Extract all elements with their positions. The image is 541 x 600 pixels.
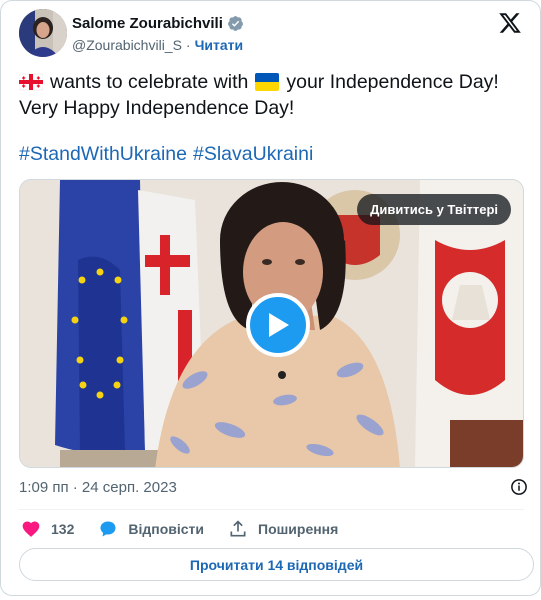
reply-label: Відповісти [128,521,204,537]
info-icon[interactable] [510,478,528,496]
handle-row: @Zourabichvili_S · Читати [72,37,243,53]
verified-badge-icon [227,16,243,31]
ukraine-flag-icon [255,73,280,91]
tweet-timestamp[interactable]: 1:09 пп · 24 серп. 2023 [19,479,177,496]
read-replies-button[interactable]: Прочитати 14 відповідей [19,548,534,581]
author-name-row: Salome Zourabichvili [72,15,244,32]
x-logo-icon[interactable] [498,11,522,35]
reply-button[interactable]: Відповісти [98,519,204,539]
author-name[interactable]: Salome Zourabichvili [72,15,223,32]
follow-link[interactable]: Читати [195,37,244,53]
tweet-text-part-a: wants to celebrate with [50,71,249,93]
tweet-embed-card: Salome Zourabichvili @Zourabichvili_S · … [0,0,541,596]
handle-separator: · [185,37,191,53]
action-bar: 132 Відповісти Поширення [21,518,362,540]
tweet-text-part-b: your Independence Day! [286,71,499,93]
share-label: Поширення [258,521,339,537]
play-icon [269,313,289,337]
georgia-flag-icon [19,73,43,91]
tweet-line-2: Very Happy Independence Day! [19,97,295,119]
hashtag-link[interactable]: #StandWithUkraine [19,143,187,166]
author-handle[interactable]: @Zourabichvili_S [72,37,182,53]
heart-icon [22,521,40,537]
play-button[interactable] [246,293,310,357]
hashtag-link[interactable]: #SlavaUkraini [193,143,313,166]
tweet-text: wants to celebrate with your Independenc… [19,69,529,121]
watch-on-twitter-button[interactable]: Дивитись у Твіттері [357,194,511,225]
divider [19,509,524,510]
hashtags: #StandWithUkraine #SlavaUkraini [19,143,313,166]
tweet-line-1: wants to celebrate with your Independenc… [19,69,529,95]
share-icon [230,520,246,537]
like-button[interactable]: 132 [21,519,74,539]
video-thumbnail[interactable]: Дивитись у Твіттері [19,179,524,468]
like-count: 132 [51,521,75,537]
share-button[interactable]: Поширення [228,519,338,539]
reply-bubble-icon [100,521,116,537]
author-avatar[interactable] [19,9,67,57]
